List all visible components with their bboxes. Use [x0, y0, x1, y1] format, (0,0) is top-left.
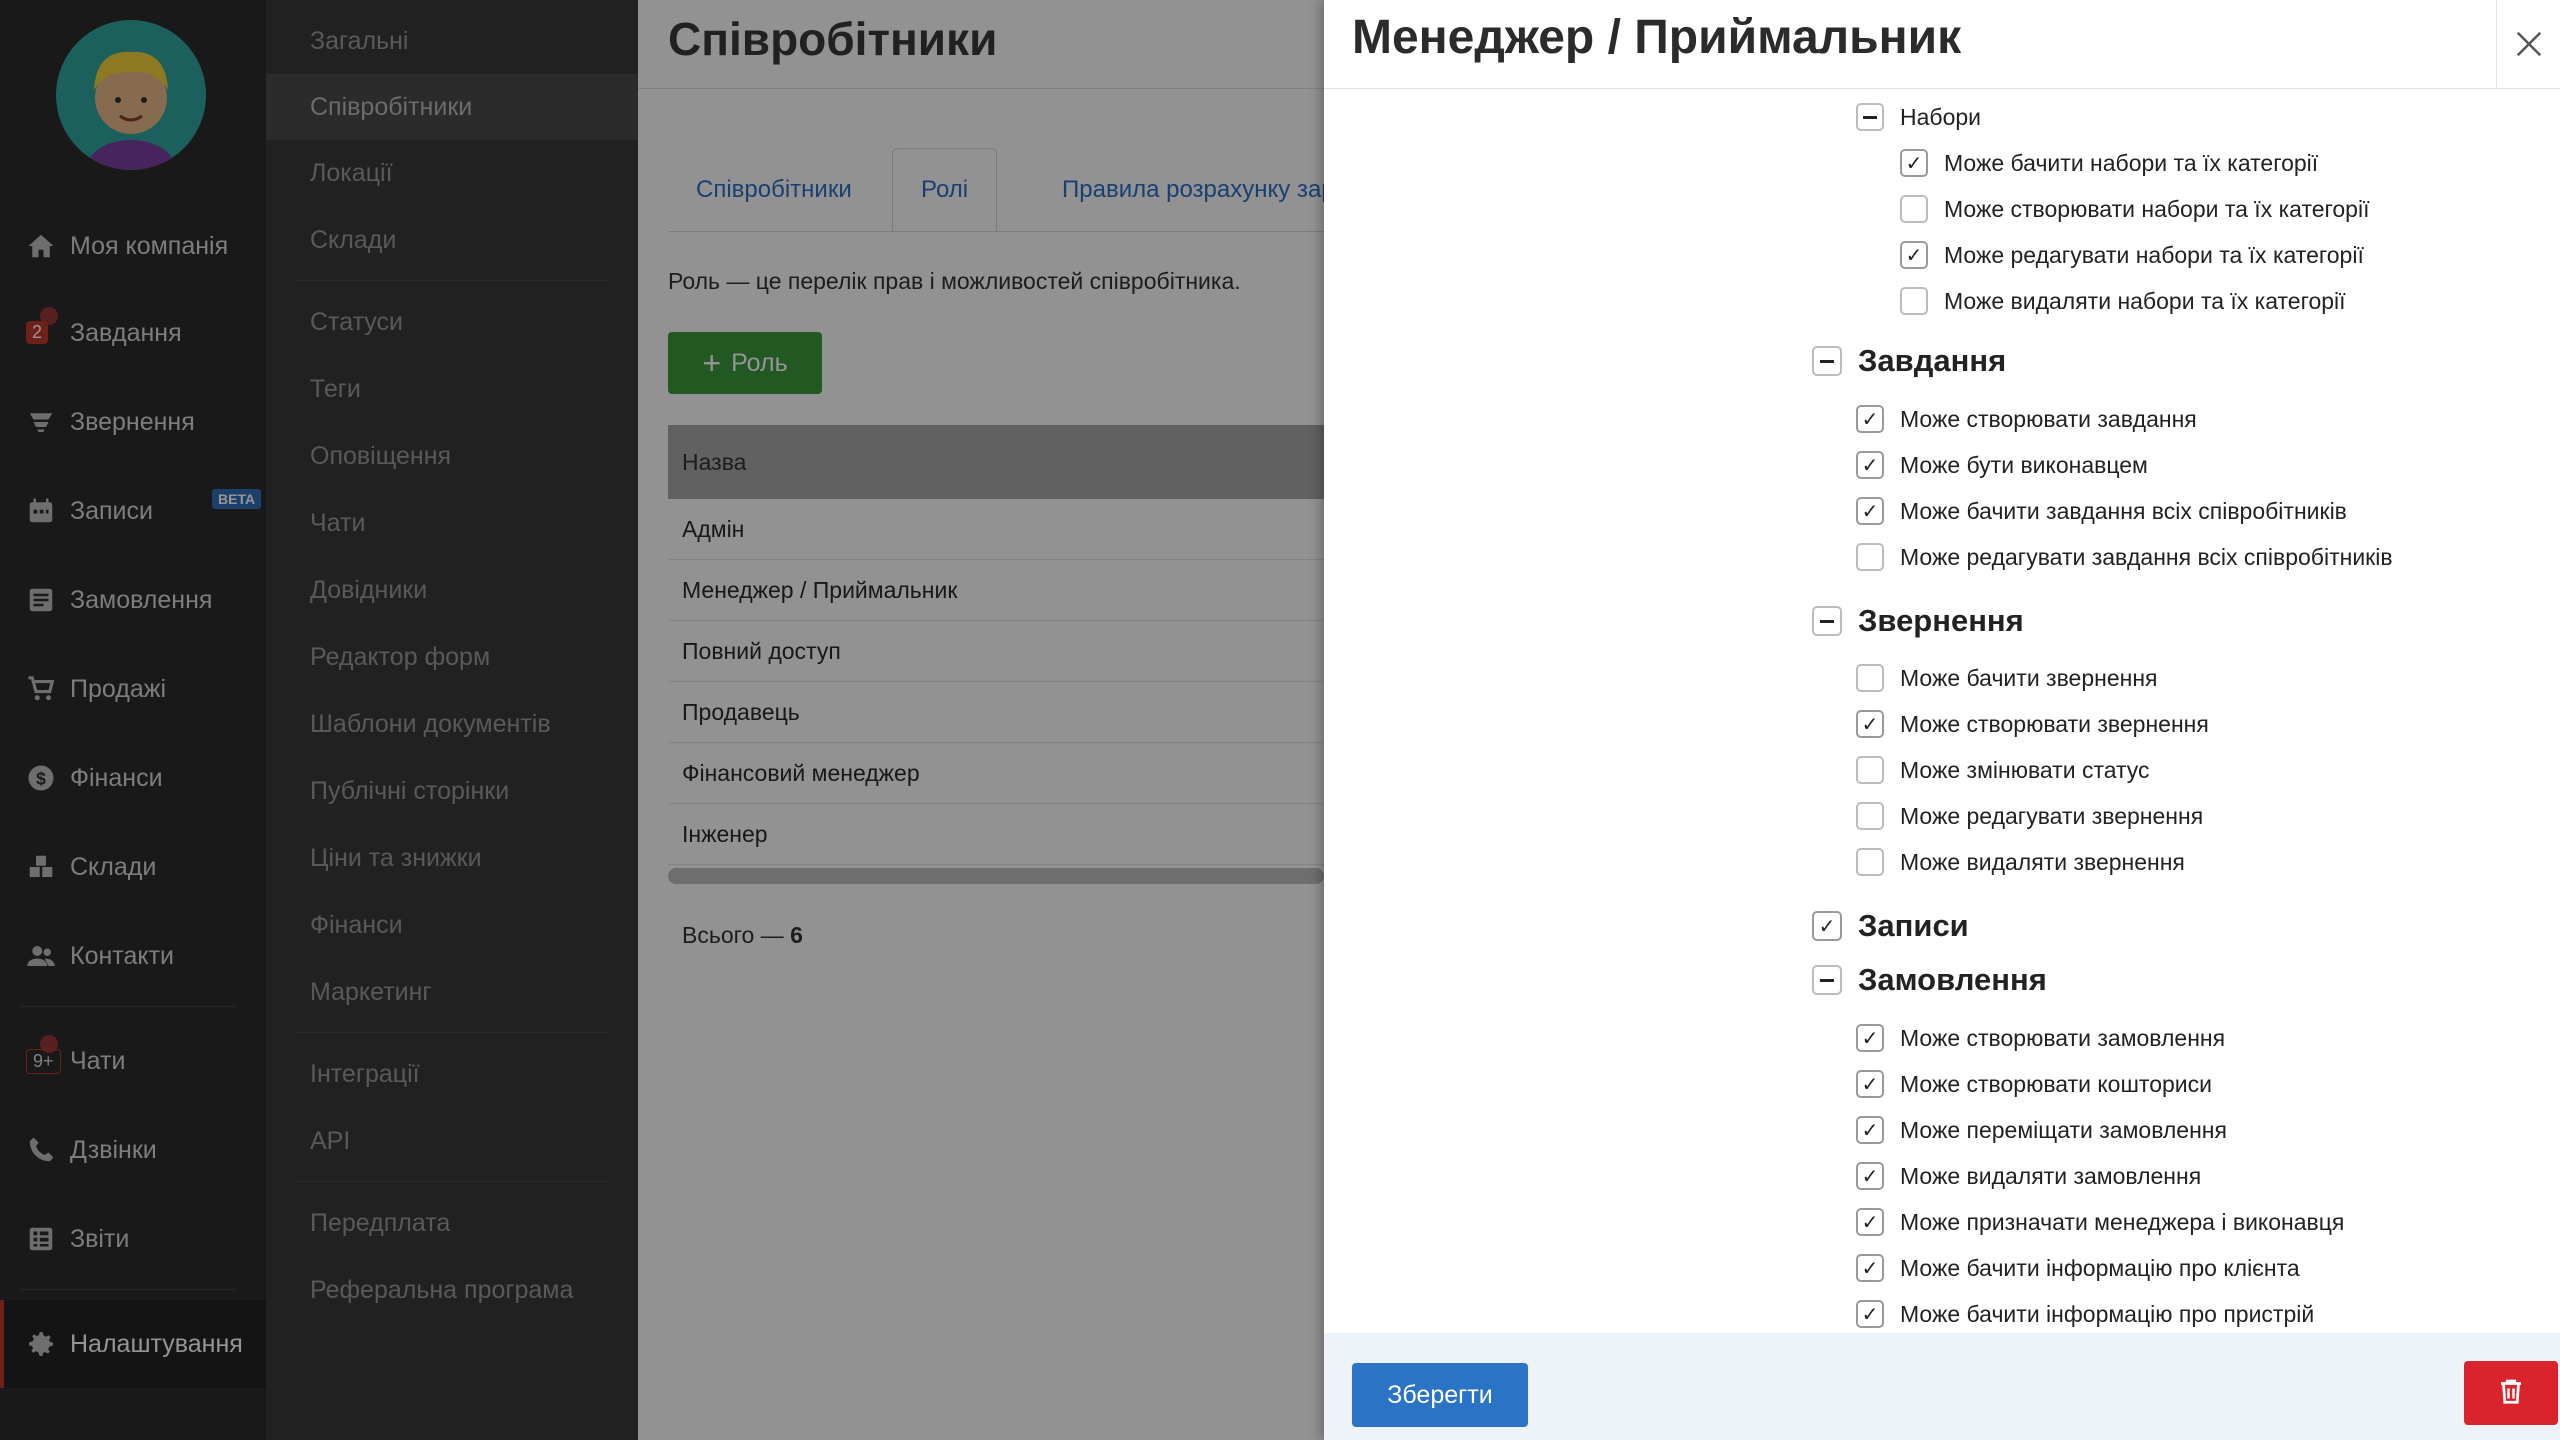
- permission-item: ✓ Може створювати кошториси: [1856, 1066, 2212, 1102]
- permission-checkbox[interactable]: ✓: [1856, 451, 1884, 479]
- permission-checkbox[interactable]: [1856, 543, 1884, 571]
- permission-label: Може бачити звернення: [1900, 664, 2158, 691]
- permission-group: ✓ Записи: [1812, 906, 1969, 946]
- permission-checkbox[interactable]: ✓: [1856, 1208, 1884, 1236]
- permission-group: Завдання: [1812, 341, 2006, 381]
- permission-item: Може видаляти набори та їх категорії: [1900, 283, 2346, 319]
- permission-checkbox[interactable]: ✓: [1856, 1254, 1884, 1282]
- permission-checkbox[interactable]: ✓: [1856, 1116, 1884, 1144]
- permission-checkbox[interactable]: ✓: [1812, 911, 1842, 941]
- permission-item: ✓ Може бачити інформацію про пристрій: [1856, 1296, 2314, 1332]
- permission-checkbox[interactable]: ✓: [1856, 1024, 1884, 1052]
- permission-label: Може створювати завдання: [1900, 405, 2197, 432]
- permission-checkbox[interactable]: ✓: [1900, 241, 1928, 269]
- permission-label: Завдання: [1858, 343, 2007, 378]
- permission-label: Може бачити інформацію про пристрій: [1900, 1300, 2315, 1327]
- close-icon[interactable]: [2496, 0, 2560, 88]
- permission-checkbox[interactable]: ✓: [1856, 1162, 1884, 1190]
- permission-label: Замовлення: [1858, 962, 2047, 997]
- permission-item: ✓ Може бачити інформацію про клієнта: [1856, 1250, 2300, 1286]
- permission-item: ✓ Може бачити набори та їх категорії: [1900, 145, 2318, 181]
- permission-checkbox[interactable]: [1856, 664, 1884, 692]
- permission-label: Може бачити інформацію про клієнта: [1900, 1254, 2300, 1281]
- modal-backdrop[interactable]: [0, 0, 1324, 1440]
- permission-item: ✓ Може редагувати набори та їх категорії: [1900, 237, 2364, 273]
- collapse-checkbox[interactable]: [1856, 103, 1884, 131]
- permission-label: Може видаляти звернення: [1900, 848, 2185, 875]
- permission-checkbox[interactable]: [1856, 802, 1884, 830]
- permission-label: Звернення: [1858, 603, 2024, 638]
- permission-checkbox[interactable]: [1900, 287, 1928, 315]
- permission-checkbox[interactable]: ✓: [1900, 149, 1928, 177]
- permission-item: ✓ Може бачити завдання всіх співробітникі…: [1856, 493, 2347, 529]
- permission-group: Звернення: [1812, 601, 2024, 641]
- drawer-title: Менеджер / Приймальник: [1352, 11, 1962, 64]
- permission-checkbox[interactable]: ✓: [1856, 1070, 1884, 1098]
- permission-label: Може редагувати набори та їх категорії: [1944, 241, 2364, 268]
- collapse-checkbox[interactable]: [1812, 346, 1842, 376]
- save-button[interactable]: Зберегти: [1352, 1363, 1528, 1427]
- permission-item: ✓ Може створювати завдання: [1856, 401, 2197, 437]
- permission-checkbox[interactable]: [1900, 195, 1928, 223]
- permission-label: Може створювати звернення: [1900, 710, 2209, 737]
- permission-label: Може бачити набори та їх категорії: [1944, 149, 2319, 176]
- permission-checkbox[interactable]: [1856, 848, 1884, 876]
- permission-checkbox[interactable]: ✓: [1856, 497, 1884, 525]
- permission-label: Може бачити завдання всіх співробітників: [1900, 497, 2347, 524]
- permission-item: Може редагувати завдання всіх співробітн…: [1856, 539, 2393, 575]
- permission-label: Може створювати набори та їх категорії: [1944, 195, 2370, 222]
- collapse-checkbox[interactable]: [1812, 606, 1842, 636]
- permission-label: Записи: [1858, 908, 1969, 943]
- permission-label: Може видаляти замовлення: [1900, 1162, 2202, 1189]
- permission-item: ✓ Може переміщати замовлення: [1856, 1112, 2227, 1148]
- permission-item: Може редагувати звернення: [1856, 798, 2203, 834]
- permission-item: ✓ Може призначати менеджера і виконавця: [1856, 1204, 2344, 1240]
- role-drawer: Менеджер / Приймальник Набори ✓ Може бачит…: [1324, 0, 2560, 1440]
- permission-label: Може змінювати статус: [1900, 756, 2150, 783]
- permission-group: Замовлення: [1812, 960, 2047, 1000]
- drawer-footer: Зберегти: [1324, 1333, 2560, 1440]
- permission-item: Може змінювати статус: [1856, 752, 2150, 788]
- permission-checkbox[interactable]: ✓: [1856, 1300, 1884, 1328]
- permission-item: Може бачити звернення: [1856, 660, 2158, 696]
- permission-label: Може створювати замовлення: [1900, 1024, 2226, 1051]
- permission-label: Може редагувати звернення: [1900, 802, 2204, 829]
- permission-item: Може видаляти звернення: [1856, 844, 2185, 880]
- permission-label: Може призначати менеджера і виконавця: [1900, 1208, 2345, 1235]
- permission-checkbox[interactable]: ✓: [1856, 710, 1884, 738]
- permission-label: Може бути виконавцем: [1900, 451, 2148, 478]
- permission-item: ✓ Може видаляти замовлення: [1856, 1158, 2201, 1194]
- permission-item: ✓ Може створювати замовлення: [1856, 1020, 2225, 1056]
- permission-label: Може переміщати замовлення: [1900, 1116, 2227, 1143]
- permission-checkbox[interactable]: ✓: [1856, 405, 1884, 433]
- permission-item: ✓ Може бути виконавцем: [1856, 447, 2148, 483]
- permission-label: Може редагувати завдання всіх співробітн…: [1900, 543, 2393, 570]
- permissions-list: Набори ✓ Може бачити набори та їх категорі…: [1324, 89, 2560, 1333]
- permission-label: Може видаляти набори та їх категорії: [1944, 287, 2346, 314]
- permission-item: Може створювати набори та їх категорії: [1900, 191, 2369, 227]
- permission-checkbox[interactable]: [1856, 756, 1884, 784]
- permission-label: Набори: [1900, 103, 1982, 130]
- collapse-checkbox[interactable]: [1812, 965, 1842, 995]
- permission-label: Може створювати кошториси: [1900, 1070, 2212, 1097]
- delete-button[interactable]: [2464, 1361, 2558, 1425]
- permission-item: ✓ Може створювати звернення: [1856, 706, 2209, 742]
- permission-item: Набори: [1856, 99, 1981, 135]
- trash-icon: [2496, 1376, 2526, 1411]
